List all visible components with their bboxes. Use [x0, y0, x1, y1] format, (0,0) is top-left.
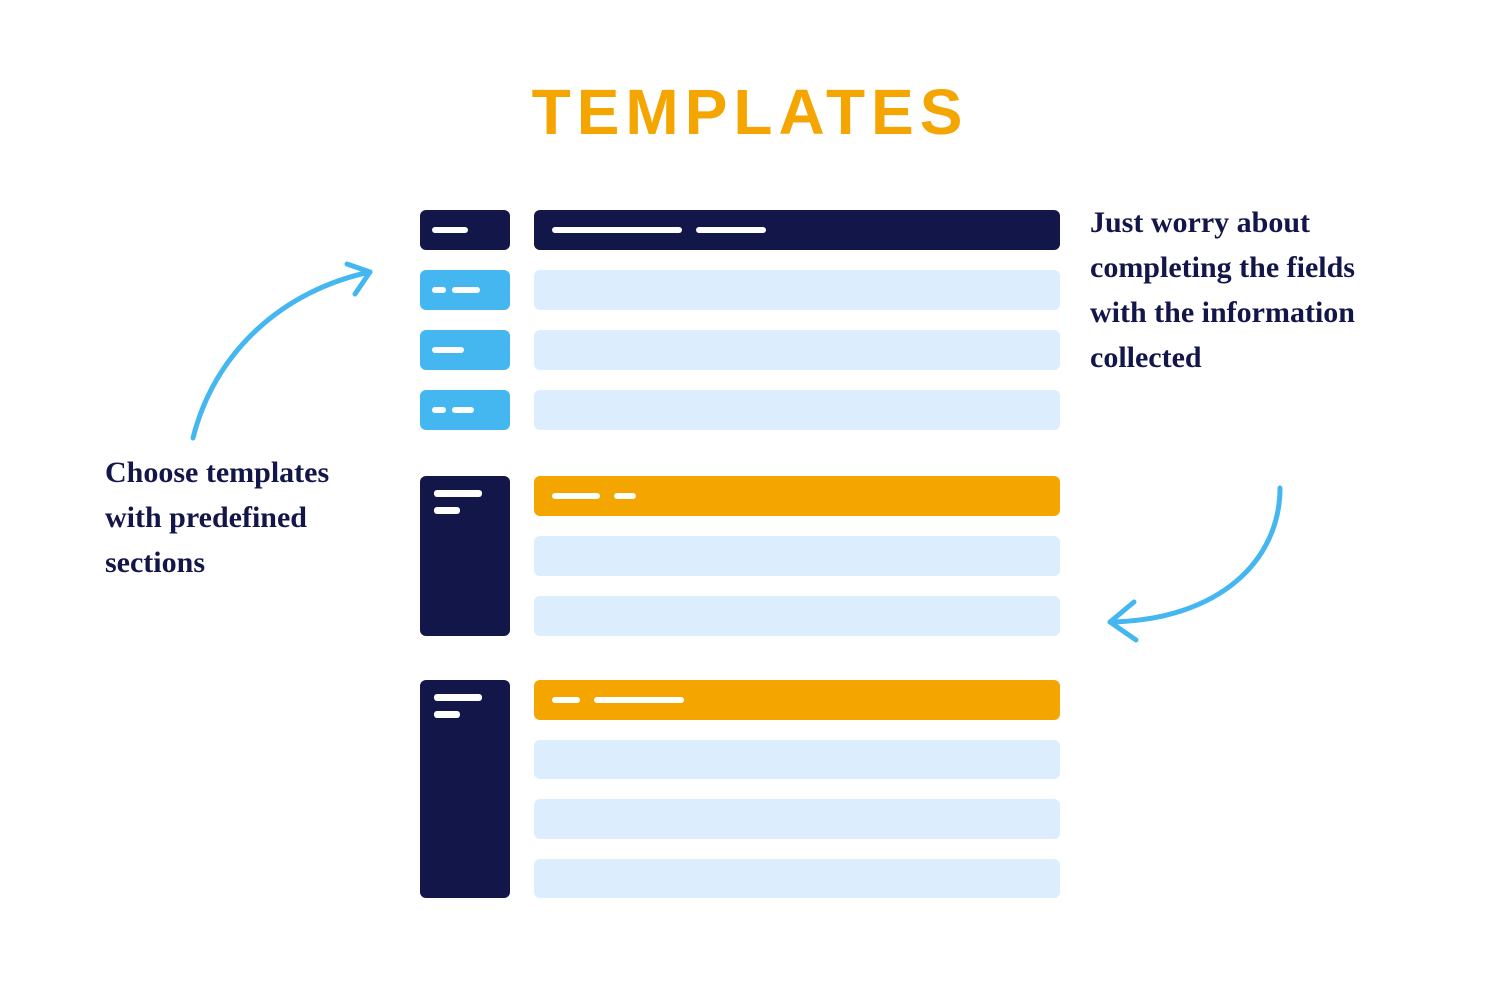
field-pale	[534, 330, 1060, 370]
diagram-stage: TEMPLATES Choose templates with predefin…	[0, 0, 1500, 1000]
stack	[534, 680, 1060, 898]
side-navy	[420, 680, 510, 898]
field-pale	[534, 740, 1060, 780]
bar-navy-header	[534, 210, 1060, 250]
tag-blue	[420, 390, 510, 430]
field-pale	[534, 270, 1060, 310]
arrow-right-icon	[1080, 480, 1300, 655]
arrow-left-icon	[175, 250, 405, 455]
tag-blue	[420, 270, 510, 310]
side-navy	[420, 476, 510, 636]
page-title: TEMPLATES	[0, 75, 1500, 149]
mock-row-2	[420, 330, 1060, 370]
template-mock	[420, 210, 1060, 898]
bar-gold	[534, 476, 1060, 516]
left-caption: Choose templates with predefined section…	[105, 450, 335, 585]
field-pale	[534, 536, 1060, 576]
stack	[534, 476, 1060, 636]
field-pale	[534, 859, 1060, 899]
tag-navy	[420, 210, 510, 250]
bar-gold	[534, 680, 1060, 720]
mock-row-1	[420, 270, 1060, 310]
field-pale	[534, 390, 1060, 430]
mock-row-header	[420, 210, 1060, 250]
field-pale	[534, 596, 1060, 636]
tag-blue	[420, 330, 510, 370]
field-pale	[534, 799, 1060, 839]
mock-block-2	[420, 476, 1060, 636]
mock-row-3	[420, 390, 1060, 430]
mock-block-3	[420, 680, 1060, 898]
right-caption: Just worry about completing the fields w…	[1090, 200, 1385, 380]
